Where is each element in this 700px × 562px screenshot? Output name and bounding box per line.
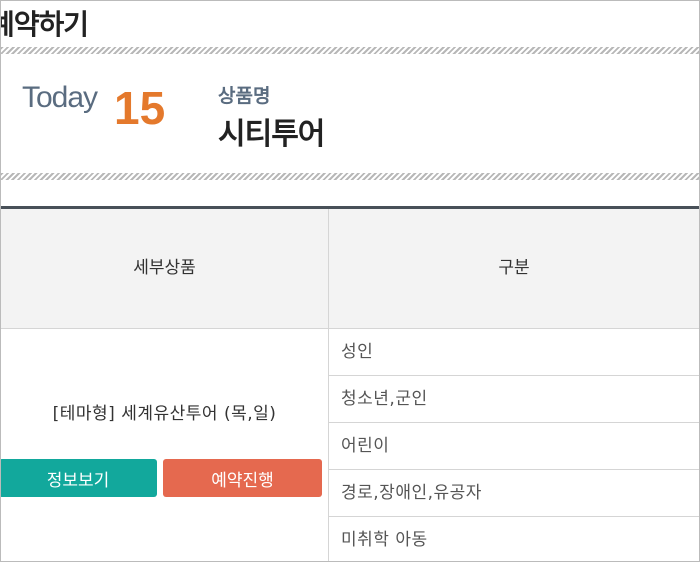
category-item[interactable]: 어린이 — [329, 423, 699, 470]
category-item[interactable]: 미취학 아동 — [329, 517, 699, 561]
header-sub-product: 세부상품 — [133, 258, 196, 278]
category-item[interactable]: 성인 — [329, 329, 699, 376]
product-name: 시티투어 — [218, 117, 325, 152]
booking-frame: 예약하기 Today 15 상품명 시티투어 세부상품 구분 [테마형] 세계유… — [0, 0, 700, 562]
book-button[interactable]: 예약진행 — [163, 459, 322, 497]
table-header: 세부상품 구분 — [1, 209, 699, 329]
category-item[interactable]: 경로,장애인,유공자 — [329, 470, 699, 517]
today-date: 15 — [114, 82, 166, 134]
header-category: 구분 — [498, 258, 530, 278]
category-item[interactable]: 청소년,군인 — [329, 376, 699, 423]
product-label: 상품명 — [218, 85, 271, 107]
info-button[interactable]: 정보보기 — [1, 459, 157, 497]
stripe-divider-bottom — [1, 173, 699, 180]
stripe-divider-top — [1, 47, 699, 54]
today-label: Today — [22, 81, 98, 114]
category-list: 성인 청소년,군인 어린이 경로,장애인,유공자 미취학 아동 — [329, 329, 699, 561]
tour-name: [테마형] 세계유산투어 (목,일) — [52, 404, 277, 424]
page-title: 예약하기 — [1, 8, 89, 41]
